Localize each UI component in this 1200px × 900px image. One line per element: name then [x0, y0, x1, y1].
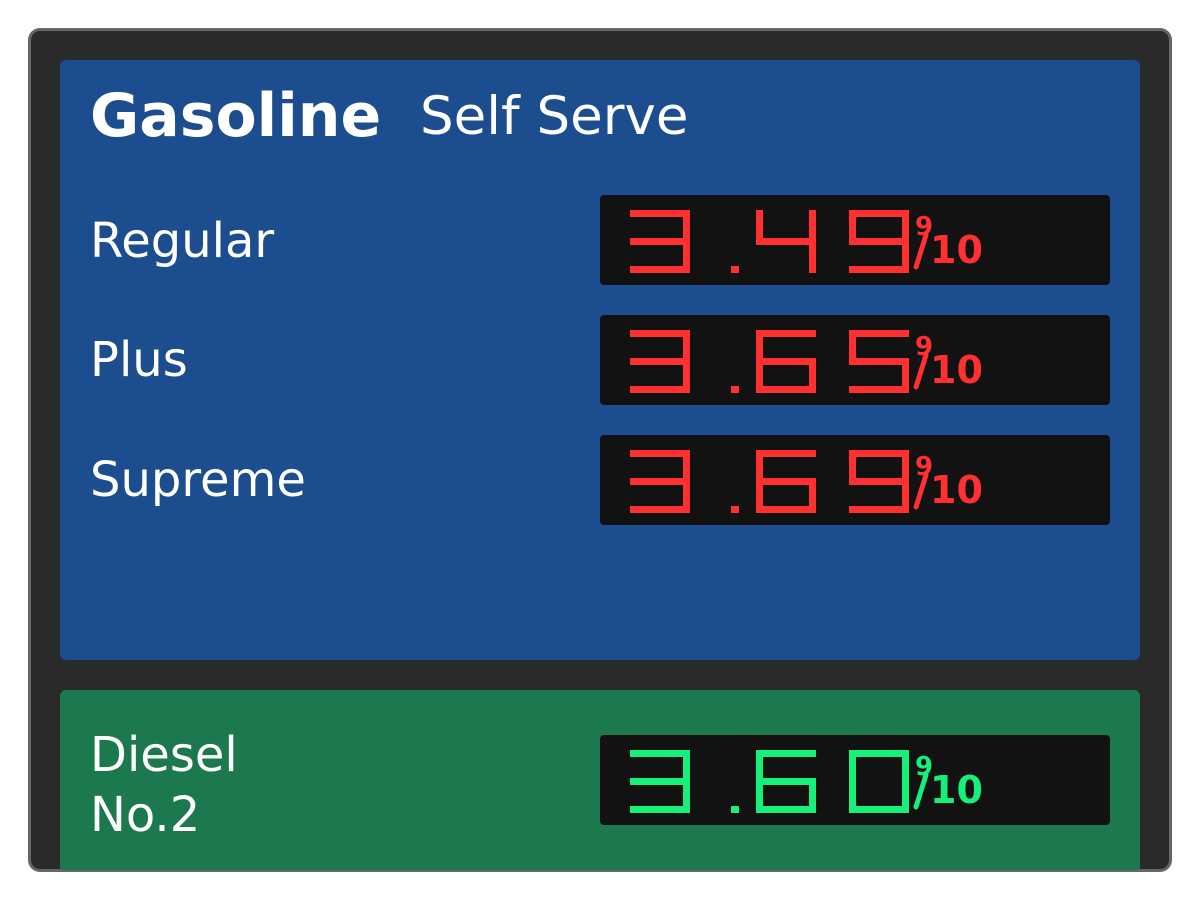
digit-0	[630, 450, 690, 513]
fraction-denominator: 10	[930, 768, 983, 812]
price-display-diesel: 9 10	[600, 735, 1110, 825]
decimal-point	[731, 266, 739, 273]
price-display-regular: 9 10	[600, 195, 1110, 285]
diesel-label: Diesel No.2	[90, 725, 238, 845]
digit-2	[849, 750, 909, 813]
gasoline-title: Gasoline	[90, 81, 382, 151]
decimal-point	[731, 806, 739, 813]
grade-label-plus: Plus	[90, 332, 188, 388]
digit-1	[756, 330, 816, 393]
gasoline-panel: Gasoline Self Serve Regular 9 10 Plus 9 10…	[60, 60, 1140, 660]
digit-1	[756, 750, 816, 813]
grade-label-supreme: Supreme	[90, 452, 306, 508]
price-display-plus: 9 10	[600, 315, 1110, 405]
decimal-point	[731, 506, 739, 513]
digit-0	[630, 750, 690, 813]
digit-2	[849, 330, 909, 393]
fraction-denominator: 10	[930, 348, 983, 392]
digit-2	[849, 210, 909, 273]
decimal-point	[731, 386, 739, 393]
price-digits-regular: 910	[630, 210, 983, 273]
diesel-label-line1: Diesel	[90, 727, 238, 783]
price-display-supreme: 9 10	[600, 435, 1110, 525]
grade-label-regular: Regular	[90, 213, 275, 269]
fraction-denominator: 10	[930, 468, 983, 512]
self-serve-subtitle: Self Serve	[420, 86, 689, 147]
diesel-panel: Diesel No.2 9 10	[60, 690, 1140, 870]
fraction-denominator: 10	[930, 228, 983, 272]
price-digits-supreme: 910	[630, 450, 983, 513]
diesel-label-line2: No.2	[90, 787, 201, 843]
digit-1	[756, 210, 816, 273]
digit-0	[630, 210, 690, 273]
digit-1	[756, 450, 816, 513]
price-digits-plus: 910	[630, 330, 983, 393]
digit-2	[849, 450, 909, 513]
price-digits-diesel: 910	[630, 750, 983, 813]
digit-0	[630, 330, 690, 393]
